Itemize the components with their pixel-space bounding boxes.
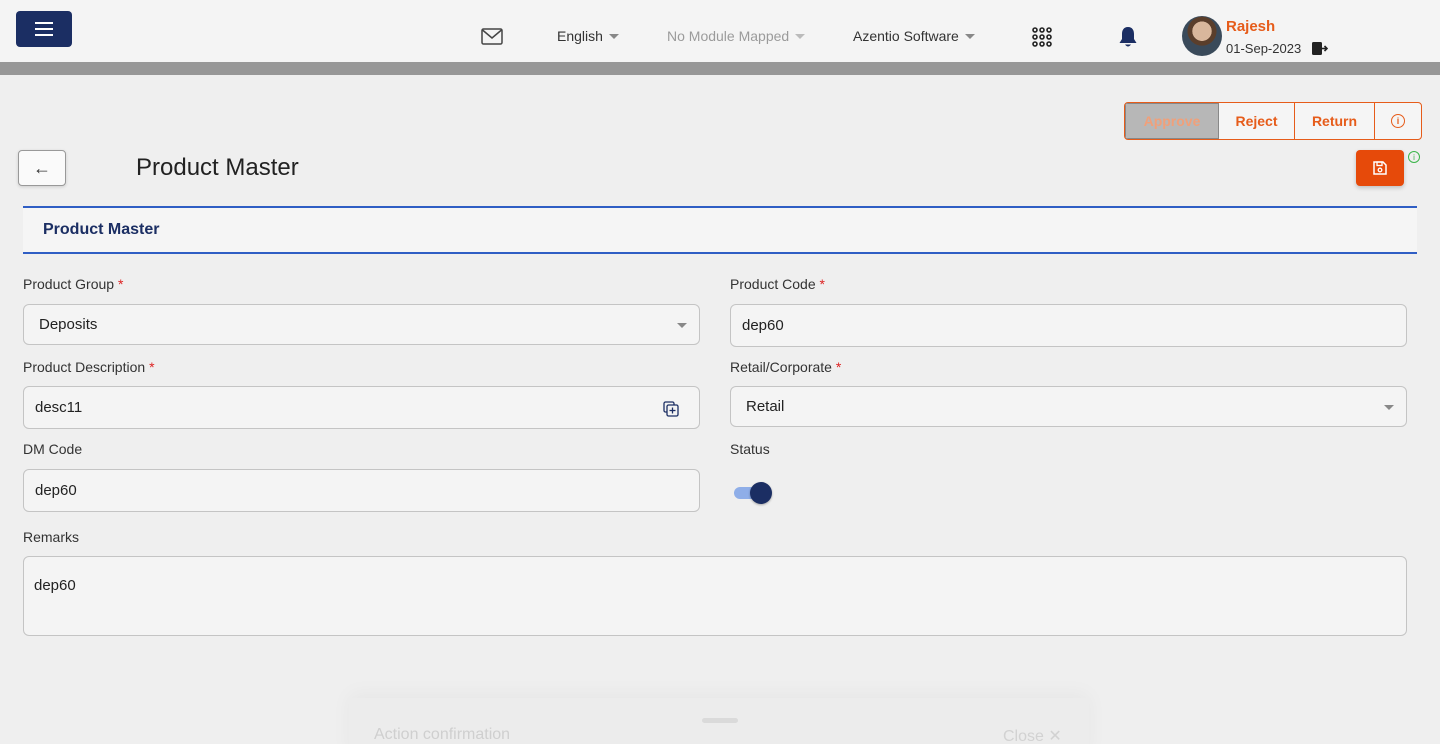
multilingual-copy-icon[interactable] xyxy=(663,401,679,417)
product-description-label: Product Description * xyxy=(23,359,155,375)
toggle-knob xyxy=(750,482,772,504)
product-group-label-text: Product Group xyxy=(23,276,115,292)
dialog-title: Action confirmation xyxy=(374,726,511,743)
product-code-input[interactable]: dep60 xyxy=(730,304,1407,347)
bell-icon[interactable] xyxy=(1117,25,1139,49)
current-date: 01-Sep-2023 xyxy=(1226,41,1302,56)
logout-icon[interactable] xyxy=(1311,41,1328,56)
retail-corporate-select[interactable]: Retail xyxy=(730,386,1407,427)
module-dropdown[interactable]: No Module Mapped xyxy=(667,28,806,44)
required-marker: * xyxy=(117,276,124,292)
language-label: English xyxy=(557,28,603,44)
return-button[interactable]: Return xyxy=(1295,103,1375,139)
company-label: Azentio Software xyxy=(853,28,959,44)
help-info-icon[interactable]: i xyxy=(1408,151,1420,163)
workflow-action-group: Approve Reject Return i xyxy=(1124,102,1422,140)
mail-icon[interactable] xyxy=(481,28,503,45)
product-description-label-text: Product Description xyxy=(23,359,146,375)
dropdown-arrow-icon xyxy=(677,322,687,328)
save-button[interactable] xyxy=(1356,150,1404,186)
product-code-value: dep60 xyxy=(742,317,784,334)
remarks-label: Remarks xyxy=(23,529,80,545)
dialog-close-button[interactable]: Close ✕ xyxy=(1003,726,1062,744)
hamburger-menu-button[interactable] xyxy=(16,11,72,47)
status-toggle[interactable] xyxy=(734,482,772,504)
section-header: Product Master xyxy=(23,206,1417,254)
avatar[interactable] xyxy=(1182,16,1222,56)
module-label: No Module Mapped xyxy=(667,28,790,44)
remarks-textarea[interactable]: dep60 xyxy=(23,556,1407,636)
language-dropdown[interactable]: English xyxy=(557,28,619,44)
product-description-value: desc11 xyxy=(35,399,83,416)
apps-grid-icon[interactable] xyxy=(1031,26,1053,48)
section-title: Product Master xyxy=(43,221,160,238)
required-marker: * xyxy=(149,359,155,375)
info-button[interactable]: i xyxy=(1375,103,1421,139)
dialog-drag-handle[interactable] xyxy=(702,718,738,723)
info-icon: i xyxy=(1391,114,1405,128)
product-code-label: Product Code * xyxy=(730,276,825,292)
product-code-label-text: Product Code xyxy=(730,276,816,292)
user-name[interactable]: Rajesh xyxy=(1226,18,1275,35)
required-marker: * xyxy=(835,359,842,375)
product-description-input[interactable]: desc11 xyxy=(23,386,700,429)
retail-corporate-label-text: Retail/Corporate xyxy=(730,359,832,375)
reject-button[interactable]: Reject xyxy=(1219,103,1295,139)
product-group-label: Product Group * xyxy=(23,276,123,292)
menu-icon xyxy=(35,28,53,30)
status-label: Status xyxy=(730,441,770,457)
chevron-down-icon xyxy=(608,33,619,39)
company-dropdown[interactable]: Azentio Software xyxy=(853,28,975,44)
retail-corporate-label: Retail/Corporate * xyxy=(730,359,841,375)
arrow-left-icon: ← xyxy=(33,157,51,178)
retail-corporate-value: Retail xyxy=(746,398,785,415)
product-group-select[interactable]: Deposits xyxy=(23,304,700,345)
required-marker: * xyxy=(819,276,825,292)
dm-code-value: dep60 xyxy=(35,482,77,499)
approve-button[interactable]: Approve xyxy=(1125,103,1219,139)
dm-code-label: DM Code xyxy=(23,441,83,457)
chevron-down-icon xyxy=(964,33,975,39)
product-group-value: Deposits xyxy=(39,316,98,333)
dropdown-arrow-icon xyxy=(1384,404,1394,410)
header-divider xyxy=(0,62,1440,75)
save-icon xyxy=(1373,161,1387,175)
back-button[interactable]: ← xyxy=(18,150,66,186)
dm-code-input[interactable]: dep60 xyxy=(23,469,700,512)
page-title: Product Master xyxy=(136,154,299,181)
chevron-down-icon xyxy=(795,33,806,39)
